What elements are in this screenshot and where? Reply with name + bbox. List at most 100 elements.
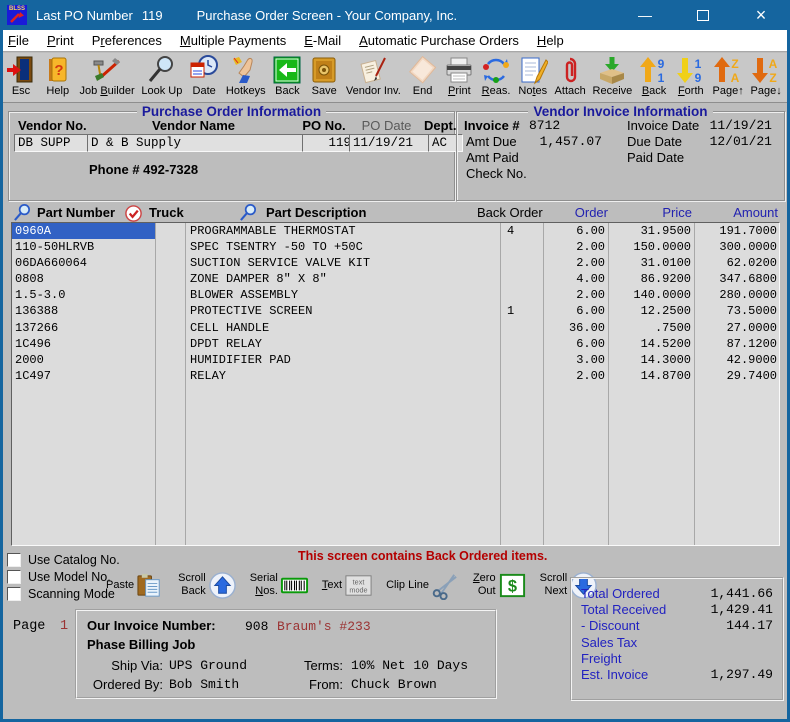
table-row[interactable]: 2000 HUMIDIFIER PAD 3.00 14.3000 42.9000 (12, 351, 779, 368)
po-date-field[interactable]: 11/19/21 (349, 134, 434, 152)
cell-amount: 191.7000 (719, 224, 777, 238)
menu-help[interactable]: Help (528, 33, 573, 48)
toolbar-receive[interactable]: Receive (591, 55, 635, 102)
scroll-up-icon (208, 571, 237, 600)
action-serial[interactable]: Serial Nos. (250, 571, 309, 600)
ship-via-label: Ship Via: (111, 658, 163, 673)
cell-price (609, 480, 695, 497)
cell-amount (695, 384, 779, 400)
menu-multiple-payments[interactable]: Multiple Payments (171, 33, 295, 48)
cell-order: 2.00 (544, 239, 609, 256)
menu-file[interactable]: File (0, 33, 38, 48)
toolbar-vendor-inv[interactable]: Vendor Inv. (344, 55, 403, 102)
checkbox-scanning-mode[interactable] (7, 586, 21, 601)
amt-due-label: Amt Due (466, 134, 517, 149)
cell-price: 31.9500 (609, 223, 695, 240)
minimize-button[interactable]: — (616, 0, 674, 30)
cell-order: 6.00 (544, 303, 609, 320)
cell-back-order (501, 335, 544, 352)
checkbox-use-catalog-no[interactable] (7, 552, 21, 567)
cell-back-order (501, 400, 544, 417)
title-bar[interactable]: BLSS Last PO Number 119 Purchase Order S… (0, 0, 790, 30)
truck-header: Truck (149, 205, 184, 220)
table-row[interactable]: 137266 CELL HANDLE 36.00.7500 27.0000 (12, 319, 779, 336)
table-row[interactable]: 136388 PROTECTIVE SCREEN 1 6.00 12.2500 73.50… (12, 303, 779, 320)
table-row[interactable]: 1C497 RELAY 2.00 14.8700 29.7400 (12, 367, 779, 384)
options-group: Use Catalog No. Use Model No. Scanning Mod… (7, 551, 120, 602)
cell-amount (695, 432, 779, 448)
toolbar-reassign[interactable]: Reas. (479, 55, 513, 102)
totals-label: Sales Tax (581, 634, 638, 650)
cell-part-description: DPDT RELAY (186, 335, 501, 352)
minimize-icon: — (638, 7, 652, 23)
cell-amount (695, 481, 779, 497)
action-paste[interactable]: Paste (106, 571, 165, 600)
action-label: Scroll Back (178, 572, 206, 597)
checkbox-use-model-no[interactable] (7, 569, 21, 584)
table-row-empty (12, 448, 779, 465)
toolbar-save[interactable]: Save (307, 55, 341, 102)
menu-print[interactable]: Print (38, 33, 83, 48)
cell-part-number: 0960A (12, 223, 156, 240)
truck-check-icon[interactable] (124, 204, 143, 223)
maximize-button[interactable] (674, 0, 732, 30)
toolbar-job-builder[interactable]: Job Builder (78, 55, 137, 102)
app-badge-text: BLSS (8, 6, 25, 12)
po-no-field[interactable]: 119 (302, 134, 355, 152)
toolbar-attach[interactable]: Attach (553, 55, 588, 102)
cell-back-order (501, 464, 544, 481)
cell-truck (156, 303, 186, 320)
cell-truck (156, 255, 186, 272)
toolbar-print[interactable]: Print (442, 55, 476, 102)
totals-row: - Discount 144.17 (581, 618, 773, 634)
toolbar-back-91[interactable]: 9 1 Back (637, 55, 671, 102)
close-button[interactable]: × (732, 0, 790, 30)
totals-row: Freight (581, 650, 773, 666)
cell-truck (156, 223, 186, 240)
cell-order: 36.00 (544, 319, 609, 336)
svg-text:mode: mode (349, 585, 367, 594)
action-zero-out[interactable]: Zero Out $ (473, 571, 527, 600)
action-clip-line[interactable]: Clip Line (386, 571, 460, 600)
toolbar-look-up[interactable]: Look Up (139, 55, 184, 102)
toolbar-date[interactable]: Date (187, 55, 221, 102)
cell-truck (156, 464, 186, 481)
toolbar-end[interactable]: End (406, 55, 440, 102)
table-row[interactable]: 06DA660064 SUCTION SERVICE VALVE KIT 2.00 3… (12, 255, 779, 272)
vendor-no-field[interactable]: DB SUPP (14, 134, 93, 152)
toolbar-page-down[interactable]: A Z Page↓ (749, 55, 784, 102)
toolbar-page-up[interactable]: Z A Page↑ (711, 55, 746, 102)
action-text-mode[interactable]: Text text mode (322, 571, 373, 600)
table-row[interactable]: 1.5-3.0 BLOWER ASSEMBLY 2.00 140.0000 280.00… (12, 287, 779, 304)
cell-amount (695, 513, 779, 529)
toolbar-esc[interactable]: Esc (4, 55, 38, 102)
vendor-name-field[interactable]: D & B Supply (87, 134, 308, 152)
menu-preferences[interactable]: Preferences (83, 33, 171, 48)
menu-automatic-purchase-orders[interactable]: Automatic Purchase Orders (350, 33, 528, 48)
toolbar-help[interactable]: ? Help (41, 55, 75, 102)
page-up-icon: ZA (713, 55, 743, 85)
action-scroll-up[interactable]: Scroll Back (178, 571, 237, 600)
our-invoice-note: Braum's #233 (277, 619, 371, 634)
search-description-icon[interactable] (239, 203, 258, 222)
order-header: Order (574, 205, 608, 220)
table-row[interactable]: 0960A PROGRAMMABLE THERMOSTAT 4 6.00 31.9500… (12, 223, 779, 240)
menu-e-mail[interactable]: E-Mail (295, 33, 350, 48)
table-row[interactable]: 0808 ZONE DAMPER 8" X 8" 4.00 86.9200 347.68… (12, 271, 779, 288)
table-row[interactable]: 110-50HLRVB SPEC TSENTRY -50 TO +50C 2.00 1… (12, 239, 779, 256)
ship-via-value: UPS Ground (169, 658, 248, 673)
action-label: Paste (106, 578, 135, 591)
totals-panel: Total Ordered 1,441.66 Total Received 1,429… (570, 577, 784, 701)
toolbar-back-arrow[interactable]: Back (270, 55, 304, 102)
table-row[interactable]: 1C496 DPDT RELAY 6.00 14.5200 87.1200 (12, 335, 779, 352)
cell-order (544, 528, 609, 545)
page-number: 1 (60, 619, 69, 634)
search-icon[interactable] (13, 203, 32, 222)
vendor-name-header: Vendor Name (151, 118, 236, 133)
cell-part-description: SUCTION SERVICE VALVE KIT (186, 255, 501, 272)
toolbar-notes[interactable]: Notes (516, 55, 550, 102)
toolbar-hotkeys[interactable]: Hotkeys (224, 55, 268, 102)
cell-back-order (501, 496, 544, 513)
toolbar-forth-19[interactable]: 1 9 Forth (674, 55, 708, 102)
option-label: Use Model No. (28, 569, 111, 584)
